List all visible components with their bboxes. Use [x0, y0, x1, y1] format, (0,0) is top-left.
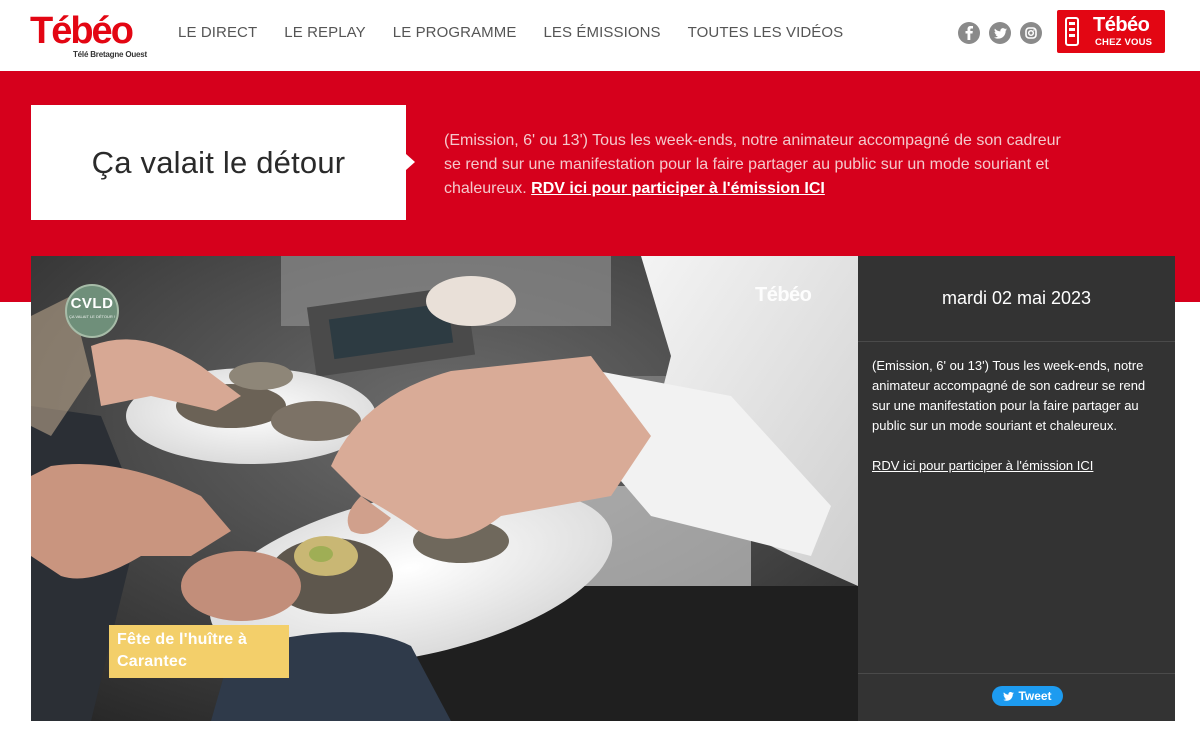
cvld-badge: CVLD ÇA VALAIT LE DÉTOUR ! [65, 284, 119, 338]
show-description: (Emission, 6' ou 13') Tous les week-ends… [444, 129, 1074, 201]
nav-item-emissions[interactable]: LES ÉMISSIONS [543, 24, 660, 41]
twitter-icon[interactable] [989, 22, 1011, 44]
instagram-icon[interactable] [1020, 22, 1042, 44]
tebeo-chez-vous-button[interactable]: Tébéo CHEZ VOUS [1057, 10, 1165, 53]
show-title-card: Ça valait le détour [31, 105, 415, 220]
episode-date: mardi 02 mai 2023 [858, 256, 1175, 342]
share-bar: Tweet [858, 673, 1175, 721]
social-links [958, 22, 1042, 44]
tweet-button[interactable]: Tweet [992, 686, 1063, 706]
nav-item-direct[interactable]: LE DIRECT [178, 24, 257, 41]
nav-item-videos[interactable]: TOUTES LES VIDÉOS [688, 24, 844, 41]
remote-control-icon [1065, 17, 1079, 46]
logo-tagline: Télé Bretagne Ouest [73, 50, 148, 59]
site-header: Tébéo Télé Bretagne Ouest LE DIRECT LE R… [0, 0, 1200, 71]
chez-vous-label: CHEZ VOUS [1095, 37, 1153, 48]
chez-vous-brand: Tébéo [1093, 14, 1150, 36]
cvld-badge-subtext: ÇA VALAIT LE DÉTOUR ! [68, 314, 115, 319]
episode-info-panel: mardi 02 mai 2023 (Emission, 6' ou 13') … [858, 256, 1175, 721]
logo-wordmark: Tébéo [30, 10, 134, 52]
video-caption-line-2: Carantec [117, 653, 188, 670]
video-caption-line-1: Fête de l'huître à [117, 631, 248, 648]
video-player[interactable]: CVLD ÇA VALAIT LE DÉTOUR ! Tébéo Fête de… [31, 256, 858, 721]
participate-link[interactable]: RDV ici pour participer à l'émission ICI [531, 180, 825, 197]
nav-item-programme[interactable]: LE PROGRAMME [393, 24, 517, 41]
tebeo-logo[interactable]: Tébéo Télé Bretagne Ouest [30, 10, 152, 60]
cvld-badge-text: CVLD [70, 295, 114, 312]
episode-participate-link[interactable]: RDV ici pour participer à l'émission ICI [872, 458, 1093, 473]
facebook-icon[interactable] [958, 22, 980, 44]
tweet-label: Tweet [1018, 689, 1052, 703]
video-caption: Fête de l'huître à Carantec [109, 625, 289, 678]
show-title: Ça valait le détour [91, 144, 346, 180]
main-nav: LE DIRECT LE REPLAY LE PROGRAMME LES ÉMI… [178, 24, 843, 41]
episode-description: (Emission, 6' ou 13') Tous les week-ends… [872, 358, 1146, 433]
tebeo-watermark: Tébéo [755, 284, 812, 306]
twitter-bird-icon [1003, 691, 1015, 701]
nav-item-replay[interactable]: LE REPLAY [284, 24, 366, 41]
